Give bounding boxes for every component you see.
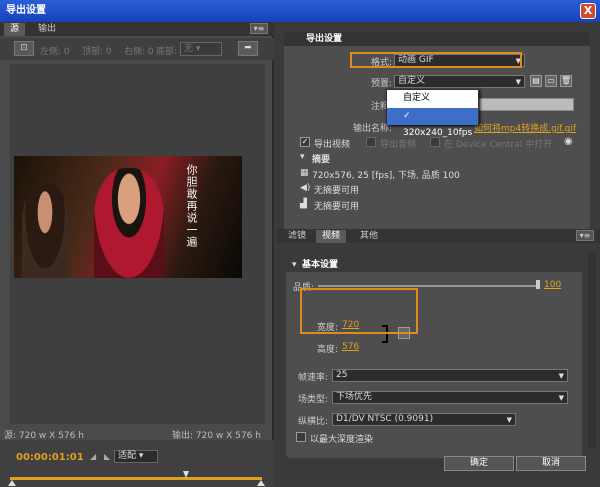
- timecode[interactable]: 00:00:01:01: [16, 452, 84, 463]
- preset-option-320[interactable]: ✓ 320x240_10fps: [387, 108, 478, 138]
- preset-label: 预置:: [370, 79, 392, 89]
- crop-right: 右侧: 0: [124, 47, 154, 57]
- crop-left: 左侧: 0: [40, 47, 70, 57]
- aspect-label: 纵横比:: [297, 417, 328, 427]
- crop-icon[interactable]: ⊡: [14, 41, 34, 56]
- framerate-label: 帧速率:: [297, 373, 328, 383]
- ok-button[interactable]: 确定: [444, 456, 514, 471]
- window-title: 导出设置: [0, 0, 600, 22]
- tab-other[interactable]: 其他: [354, 230, 384, 243]
- export-video-label: 导出视频: [314, 140, 351, 150]
- chevron-down-icon: ▼: [558, 394, 564, 402]
- in-point-icon[interactable]: [8, 480, 16, 486]
- chevron-down-icon: ▼: [515, 78, 521, 86]
- video-subtitle: 你胆敢再说一遍: [185, 164, 198, 248]
- source-tabs: 源 输出 ▾≡: [0, 22, 274, 36]
- quality-value[interactable]: 100: [544, 280, 561, 290]
- preset-option-custom[interactable]: 自定义: [387, 90, 478, 107]
- max-depth-checkbox[interactable]: [296, 432, 306, 442]
- settings-scrollbar[interactable]: [588, 252, 596, 448]
- export-video-checkbox[interactable]: ✓: [300, 137, 310, 147]
- fit-select[interactable]: 适配 ▾: [114, 450, 158, 463]
- height-label: 高度:: [316, 345, 338, 355]
- tab-filters[interactable]: 滤镜: [282, 230, 312, 243]
- tab-output[interactable]: 输出: [32, 23, 62, 36]
- crop-ratio-value: 无: [184, 44, 194, 54]
- field-type-label: 场类型:: [297, 395, 328, 405]
- basic-settings-title: 基本设置: [286, 258, 582, 272]
- size-highlight: [300, 288, 418, 334]
- basic-toggle-icon[interactable]: ▾: [292, 260, 297, 270]
- chevron-down-icon: ▼: [506, 416, 512, 424]
- video-frame: 你胆敢再说一遍: [14, 156, 242, 278]
- timeline-track[interactable]: [10, 477, 262, 480]
- close-button[interactable]: X: [580, 3, 596, 19]
- quality-thumb[interactable]: [536, 280, 540, 289]
- preset-option-320-label: 320x240_10fps: [403, 128, 473, 138]
- export-audio-checkbox[interactable]: [366, 137, 376, 147]
- preset-select[interactable]: 自定义 ▼: [394, 75, 525, 88]
- import-preset-icon[interactable]: ▭: [545, 75, 557, 87]
- field-type-value: 下场优先: [336, 392, 373, 402]
- output-name-label: 输出名称:: [352, 124, 392, 134]
- height-value[interactable]: 576: [342, 342, 359, 352]
- quality-slider[interactable]: [318, 285, 538, 287]
- summary-title: 摘要: [312, 155, 331, 165]
- crop-ratio-select[interactable]: 无 ▾: [180, 42, 222, 56]
- fit-value: 适配: [118, 451, 137, 461]
- bitrate-summary: 无摘要可用: [314, 202, 360, 212]
- aspect-value: D1/DV NTSC (0.9091): [336, 414, 434, 424]
- audio-summary: 无摘要可用: [314, 186, 360, 196]
- settings-tabs: 滤镜 视频 其他 ▾≡: [276, 229, 600, 243]
- field-type-select[interactable]: 下场优先 ▼: [332, 391, 568, 404]
- aspect-select[interactable]: D1/DV NTSC (0.9091) ▼: [332, 413, 516, 426]
- source-pane: 源 输出 ▾≡ ⊡ 左侧: 0 顶部: 0 右侧: 0 底部: 0 无 ▾ ➦ …: [0, 22, 274, 487]
- export-settings-title: 导出设置: [284, 32, 590, 46]
- settings-menu-icon[interactable]: ▾≡: [576, 230, 594, 241]
- video-summary-icon: ▦: [300, 168, 309, 178]
- crop-top: 顶部: 0: [82, 47, 112, 57]
- panel-menu-icon[interactable]: ▾≡: [250, 23, 268, 34]
- save-preset-icon[interactable]: ▤: [530, 75, 542, 87]
- mark-out-icon[interactable]: ◣: [104, 452, 110, 461]
- output-name-link[interactable]: 如何将mp4转换成.gif.gif: [474, 121, 576, 134]
- share-icon[interactable]: ➦: [238, 41, 258, 56]
- timeline: 00:00:01:01 ◢ ◣ 适配 ▾: [0, 440, 274, 487]
- delete-preset-icon[interactable]: 🗑: [560, 75, 572, 87]
- woman-figure: [22, 184, 68, 278]
- notes-label: 注释:: [370, 102, 392, 112]
- preset-dropdown: 自定义 ✓ 320x240_10fps: [386, 89, 479, 138]
- summary-toggle-icon[interactable]: ▾: [300, 152, 305, 162]
- preset-value: 自定义: [398, 76, 426, 86]
- framerate-select[interactable]: 25 ▼: [332, 369, 568, 382]
- mark-in-icon[interactable]: ◢: [90, 452, 96, 461]
- man-figure: [94, 168, 164, 278]
- tab-video[interactable]: 视频: [316, 230, 347, 243]
- bitrate-summary-icon: ▟: [300, 199, 307, 209]
- video-summary: 720x576, 25 [fps], 下场, 品质 100: [312, 171, 460, 181]
- audio-summary-icon: ◀): [300, 183, 311, 193]
- chevron-down-icon: ▼: [558, 372, 564, 380]
- out-point-icon[interactable]: [257, 480, 265, 486]
- info-icon[interactable]: ◉: [564, 136, 573, 147]
- crop-toolbar: ⊡ 左侧: 0 顶部: 0 右侧: 0 底部: 0 无 ▾ ➦: [0, 38, 274, 60]
- max-depth-label: 以最大深度渲染: [310, 435, 374, 445]
- format-highlight: [350, 52, 522, 68]
- framerate-value: 25: [336, 370, 348, 380]
- tab-source[interactable]: 源: [4, 23, 26, 36]
- cancel-button[interactable]: 取消: [516, 456, 586, 471]
